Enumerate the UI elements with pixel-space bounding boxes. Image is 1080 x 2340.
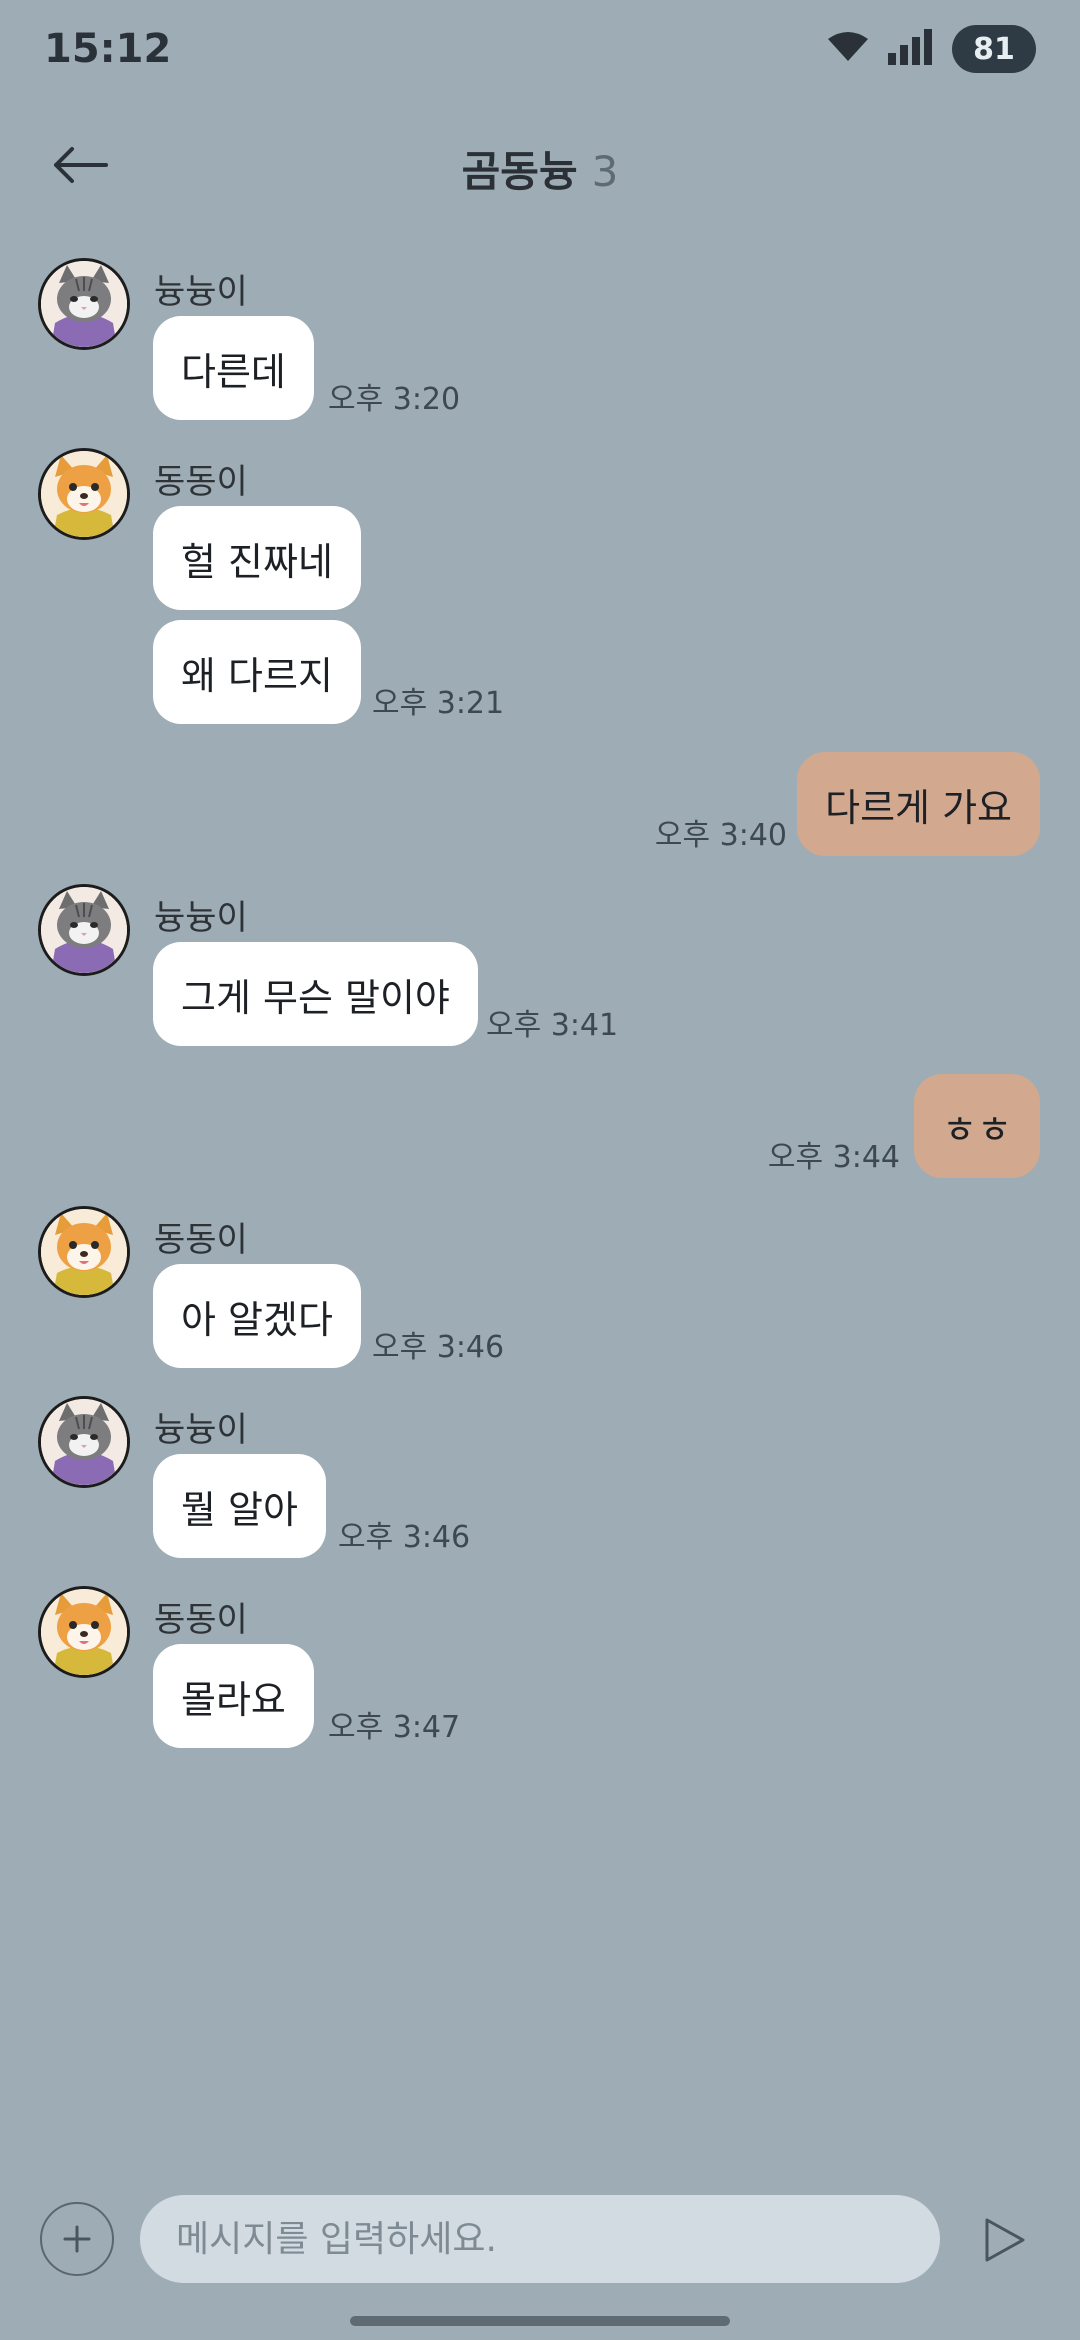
cat-avatar[interactable] xyxy=(38,258,130,350)
message-bubble[interactable]: 몰라요 xyxy=(153,1644,314,1748)
status-icons: 81 xyxy=(826,24,1036,74)
message-input[interactable] xyxy=(140,2195,940,2283)
dog-avatar[interactable] xyxy=(38,1586,130,1678)
cellular-signal-icon xyxy=(888,29,934,69)
status-time: 15:12 xyxy=(44,26,172,72)
chat-room-name: 곰동늉 xyxy=(461,147,578,196)
dog-avatar[interactable] xyxy=(38,448,130,540)
sender-name: 늉늉이 xyxy=(154,272,248,312)
member-count: 3 xyxy=(591,147,619,196)
home-indicator[interactable] xyxy=(350,2316,730,2326)
send-button[interactable] xyxy=(975,2210,1035,2270)
message-input-bar xyxy=(0,2190,1080,2290)
battery-icon: 81 xyxy=(952,25,1036,73)
dog-avatar[interactable] xyxy=(38,1206,130,1298)
attach-button[interactable] xyxy=(40,2202,114,2276)
message-time: 오후 3:21 xyxy=(372,686,505,721)
message-bubble[interactable]: 다르게 가요 xyxy=(797,752,1040,856)
message-bubble[interactable]: 다른데 xyxy=(153,316,314,420)
send-icon xyxy=(985,2218,1025,2262)
message-time: 오후 3:46 xyxy=(372,1330,505,1365)
message-bubble[interactable]: 그게 무슨 말이야 xyxy=(153,942,478,1046)
message-bubble[interactable]: 왜 다르지 xyxy=(153,620,361,724)
message-time: 오후 3:44 xyxy=(767,1140,900,1175)
sender-name: 동동이 xyxy=(154,1600,248,1640)
status-bar: 15:12 81 xyxy=(0,0,1080,100)
message-time: 오후 3:20 xyxy=(328,382,461,417)
message-time: 오후 3:47 xyxy=(328,1710,461,1745)
sender-name: 동동이 xyxy=(154,462,248,502)
message-time: 오후 3:46 xyxy=(338,1520,471,1555)
sender-name: 동동이 xyxy=(154,1220,248,1260)
message-time: 오후 3:41 xyxy=(486,1008,619,1043)
chat-header: 곰동늉 3 xyxy=(0,110,1080,220)
cat-avatar[interactable] xyxy=(38,884,130,976)
message-bubble[interactable]: ㅎㅎ xyxy=(914,1074,1040,1178)
chat-title: 곰동늉 3 xyxy=(0,138,1080,199)
message-time: 오후 3:40 xyxy=(654,818,787,853)
message-bubble[interactable]: 아 알겠다 xyxy=(153,1264,361,1368)
wifi-icon xyxy=(826,31,870,67)
cat-avatar[interactable] xyxy=(38,1396,130,1488)
sender-name: 늉늉이 xyxy=(154,1410,248,1450)
sender-name: 늉늉이 xyxy=(154,898,248,938)
battery-level: 81 xyxy=(973,31,1015,67)
plus-icon xyxy=(63,2225,91,2253)
message-bubble[interactable]: 헐 진짜네 xyxy=(153,506,361,610)
message-bubble[interactable]: 뭘 알아 xyxy=(153,1454,326,1558)
